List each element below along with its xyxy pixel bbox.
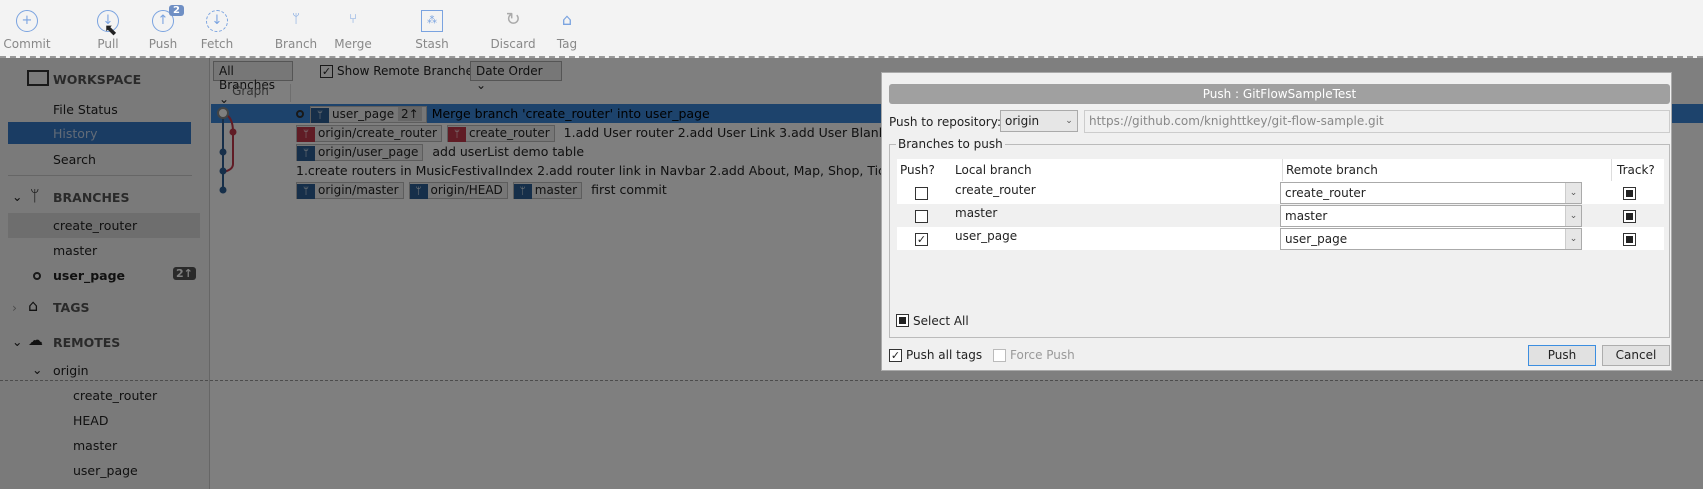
branch-row: create_router create_router ⌄	[897, 181, 1664, 204]
repo-select[interactable]: origin ⌄	[1000, 110, 1078, 132]
select-all-label: Select All	[913, 314, 969, 328]
commit-label: Commit	[3, 37, 51, 51]
push-toolbar-button[interactable]: ↑ 2 Push	[133, 0, 193, 58]
push-count-badge: 2	[169, 5, 184, 16]
dialog-title: Push : GitFlowSampleTest	[889, 84, 1670, 104]
local-column-header: Local branch	[955, 163, 1032, 177]
push-button[interactable]: Push	[1528, 345, 1596, 366]
pull-label: Pull	[97, 37, 119, 51]
branches-group: Branches to push Push? Local branch Remo…	[889, 137, 1670, 338]
stash-button[interactable]: ⁂ Stash	[402, 0, 462, 58]
cancel-button[interactable]: Cancel	[1602, 345, 1670, 366]
push-checkbox[interactable]	[915, 209, 928, 223]
tag-label: Tag	[556, 37, 578, 51]
branch-button[interactable]: ᛘ Branch	[266, 0, 326, 58]
push-all-tags-label: Push all tags	[906, 348, 983, 362]
remote-branch-value: user_page	[1285, 232, 1348, 246]
tag-button[interactable]: ⌂ Tag	[537, 0, 597, 58]
tag-icon: ⌂	[561, 10, 573, 29]
force-push-checkbox[interactable]	[993, 348, 1006, 362]
track-checkbox[interactable]	[1623, 232, 1636, 246]
group-label: Branches to push	[896, 137, 1005, 151]
remote-branch-select[interactable]: create_router ⌄	[1280, 182, 1582, 204]
fetch-icon: ↓	[206, 10, 228, 32]
remote-column-header: Remote branch	[1282, 159, 1378, 181]
push-label: Push	[148, 37, 178, 51]
merge-label: Merge	[334, 37, 372, 51]
remote-branch-select[interactable]: user_page ⌄	[1280, 228, 1582, 250]
branch-row: master master ⌄	[897, 204, 1664, 227]
chevron-down-icon: ⌄	[1565, 229, 1581, 249]
discard-button[interactable]: ↻ Discard	[483, 0, 543, 58]
push-checkbox[interactable]	[915, 186, 928, 200]
push-column-header: Push?	[900, 163, 935, 177]
mouse-cursor-icon: ⬉	[104, 20, 118, 39]
remote-branch-value: create_router	[1285, 186, 1366, 200]
force-push-label: Force Push	[1010, 348, 1075, 362]
local-branch: create_router	[955, 183, 1036, 197]
remote-branch-select[interactable]: master ⌄	[1280, 205, 1582, 227]
push-all-tags-checkbox[interactable]: ✓	[889, 348, 902, 362]
merge-icon: ⑂	[349, 12, 357, 27]
push-checkbox[interactable]: ✓	[915, 232, 928, 246]
branch-row: ✓ user_page user_page ⌄	[897, 227, 1664, 250]
plus-circle-icon: +	[16, 10, 38, 32]
discard-label: Discard	[490, 37, 536, 51]
repo-label: Push to repository:	[889, 115, 1002, 129]
fetch-button[interactable]: ↓ Fetch	[187, 0, 247, 58]
table-header: Push? Local branch Remote branch Track?	[897, 159, 1664, 181]
local-branch: master	[955, 206, 998, 220]
merge-button[interactable]: ⑂ Merge	[323, 0, 383, 58]
stash-icon: ⁂	[421, 10, 443, 32]
remote-branch-value: master	[1285, 209, 1328, 223]
repo-value: origin	[1005, 114, 1040, 128]
branch-label: Branch	[274, 37, 318, 51]
toolbar: + Commit ↓ Pull ↑ 2 Push ↓ Fetch ᛘ Branch ⑂ Mer…	[0, 0, 1703, 58]
local-branch: user_page	[955, 229, 1018, 243]
track-column-header: Track?	[1611, 159, 1655, 181]
discard-icon: ↻	[505, 9, 521, 30]
stash-label: Stash	[415, 37, 449, 51]
chevron-down-icon: ⌄	[1565, 183, 1581, 203]
chevron-down-icon: ⌄	[1565, 206, 1581, 226]
track-checkbox[interactable]	[1623, 209, 1636, 223]
select-all-checkbox[interactable]	[896, 313, 909, 327]
repo-url-field[interactable]: https://github.com/knighttkey/git-flow-s…	[1084, 110, 1670, 133]
push-dialog: Push : GitFlowSampleTest Push to reposit…	[881, 72, 1672, 371]
fetch-label: Fetch	[200, 37, 234, 51]
track-checkbox[interactable]	[1623, 186, 1636, 200]
commit-button[interactable]: + Commit	[0, 0, 57, 58]
branch-icon: ᛘ	[292, 12, 300, 27]
